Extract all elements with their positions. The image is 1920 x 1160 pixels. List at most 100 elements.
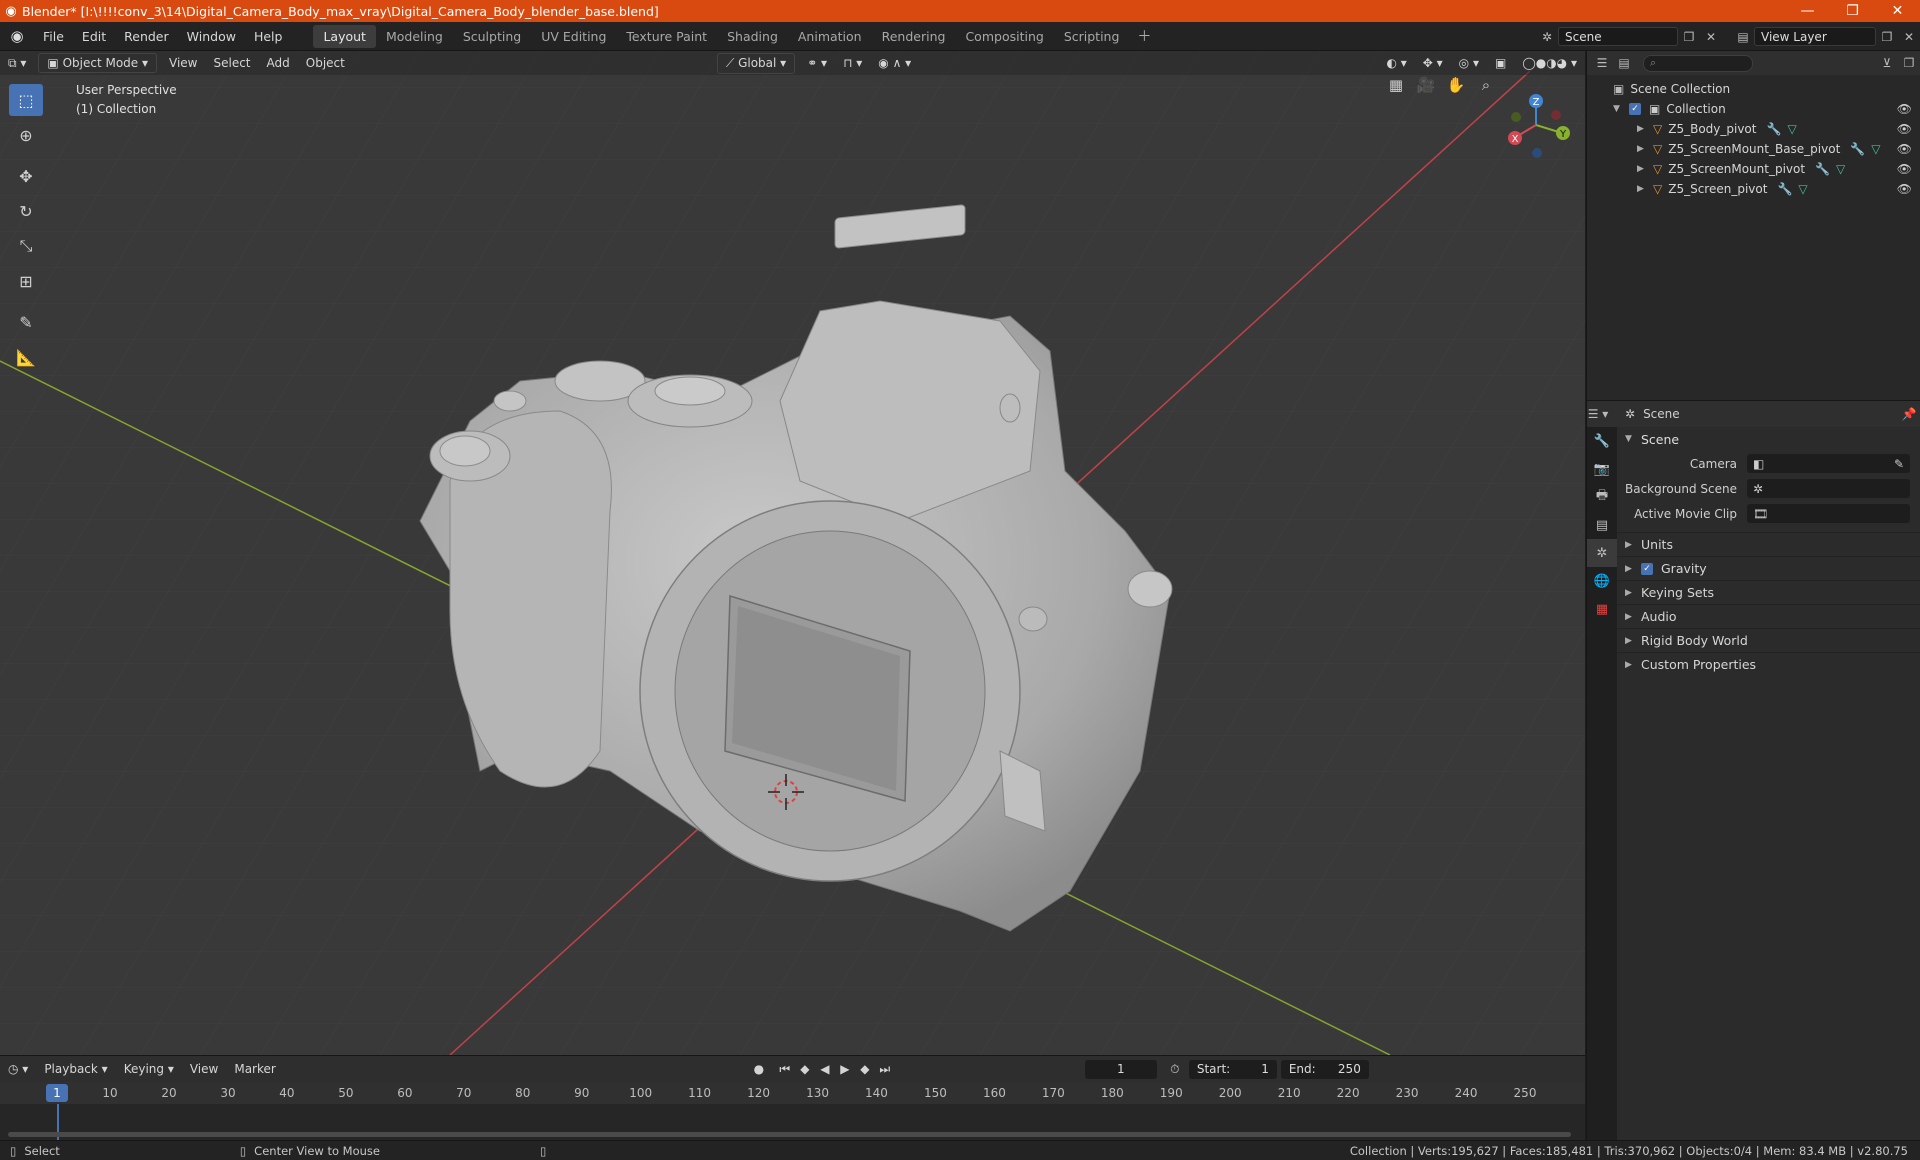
mesh-data-icon[interactable]: ▽ (1871, 142, 1880, 156)
expand-triangle-icon[interactable]: ▶ (1637, 144, 1645, 154)
rigid-body-world-panel[interactable]: ▶ Rigid Body World (1617, 628, 1920, 652)
expand-triangle-icon[interactable]: ▶ (1625, 540, 1633, 550)
tab-texture-paint[interactable]: Texture Paint (616, 25, 717, 48)
menu-file[interactable]: File (34, 29, 73, 44)
move-tool-icon[interactable]: ✥ (9, 160, 43, 192)
modifier-wrench-icon[interactable]: 🔧 (1850, 142, 1865, 156)
delete-view-layer-icon[interactable]: ✕ (1898, 30, 1920, 44)
pin-icon[interactable]: 📌 (1898, 407, 1920, 421)
editor-type-icon[interactable]: ⧉ ▾ (0, 54, 34, 73)
new-view-layer-icon[interactable]: ❐ (1876, 30, 1898, 44)
restore-button[interactable]: ❐ (1830, 3, 1875, 19)
modifier-wrench-icon[interactable]: 🔧 (1815, 162, 1830, 176)
frame-ruler[interactable]: 1 10 20 30 40 50 60 70 80 90 100 110 120 130 140 150 16… (0, 1082, 1585, 1104)
scene-selector[interactable]: Scene (1558, 27, 1678, 46)
tab-rendering[interactable]: Rendering (872, 25, 956, 48)
select-box-tool-icon[interactable]: ⬚ (9, 84, 43, 116)
tab-sculpting[interactable]: Sculpting (453, 25, 531, 48)
add-workspace-icon[interactable]: ＋ (1129, 26, 1159, 46)
zoom-icon[interactable]: ⌕ (1471, 71, 1501, 99)
start-frame-field[interactable]: Start: 1 (1188, 1059, 1277, 1079)
eye-icon[interactable]: 👁 (1897, 182, 1912, 196)
scene-collection-row[interactable]: ▣ Scene Collection (1587, 79, 1920, 99)
jump-end-icon[interactable]: ⏭ (875, 1062, 895, 1077)
menu-timeline-view[interactable]: View (182, 1060, 226, 1078)
new-collection-icon[interactable]: ❐ (1898, 56, 1920, 70)
menu-marker[interactable]: Marker (226, 1060, 283, 1078)
tab-compositing[interactable]: Compositing (955, 25, 1053, 48)
mesh-data-icon[interactable]: ▽ (1798, 182, 1807, 196)
mesh-data-icon[interactable]: ▽ (1836, 162, 1845, 176)
current-frame-field[interactable]: 1 (1084, 1059, 1157, 1079)
menu-help[interactable]: Help (245, 29, 292, 44)
grid-toggle-icon[interactable]: ▦ (1381, 71, 1411, 99)
eye-icon[interactable]: 👁 (1897, 142, 1912, 156)
expand-triangle-icon[interactable]: ▶ (1625, 588, 1633, 598)
close-button[interactable]: ✕ (1875, 3, 1920, 19)
timeline-scrollbar[interactable] (8, 1132, 1571, 1137)
outliner-item[interactable]: ▶ ▽ Z5_ScreenMount_Base_pivot 🔧 ▽ 👁 (1587, 139, 1920, 159)
menu-keying[interactable]: Keying ▾ (116, 1060, 182, 1078)
new-scene-icon[interactable]: ❐ (1678, 30, 1700, 44)
modifier-wrench-icon[interactable]: 🔧 (1766, 122, 1781, 136)
rotate-tool-icon[interactable]: ↻ (9, 195, 43, 227)
next-keyframe-icon[interactable]: ◆ (855, 1062, 875, 1076)
eye-icon[interactable]: 👁 (1897, 102, 1912, 116)
active-movie-clip-field[interactable]: 🎞 (1747, 504, 1910, 523)
camera-view-icon[interactable]: 🎥 (1411, 71, 1441, 99)
tool-tab-icon[interactable]: 🔧 (1587, 427, 1617, 455)
menu-add[interactable]: Add (259, 54, 298, 72)
texture-tab-icon[interactable]: ▦ (1587, 595, 1617, 623)
view-layer-icon[interactable]: ▤ (1732, 30, 1754, 44)
snap-icon[interactable]: ⊓ ▾ (835, 54, 870, 72)
play-icon[interactable]: ▶ (835, 1062, 855, 1076)
blender-menu-icon[interactable]: ◉ (0, 27, 34, 45)
tab-modeling[interactable]: Modeling (376, 25, 453, 48)
outliner-item[interactable]: ▶ ▽ Z5_Body_pivot 🔧 ▽ 👁 (1587, 119, 1920, 139)
output-tab-icon[interactable]: 🖶 (1587, 483, 1617, 511)
custom-properties-panel[interactable]: ▶ Custom Properties (1617, 652, 1920, 676)
mesh-data-icon[interactable]: ▽ (1787, 122, 1796, 136)
outliner-item[interactable]: ▶ ▽ Z5_Screen_pivot 🔧 ▽ 👁 (1587, 179, 1920, 199)
render-tab-icon[interactable]: 📷 (1587, 455, 1617, 483)
annotate-tool-icon[interactable]: ✎ (9, 306, 43, 338)
eyedropper-icon[interactable]: ✎ (1894, 457, 1910, 471)
modifier-wrench-icon[interactable]: 🔧 (1777, 182, 1792, 196)
outliner-item[interactable]: ▶ ▽ Z5_ScreenMount_pivot 🔧 ▽ 👁 (1587, 159, 1920, 179)
scale-tool-icon[interactable]: ⤡ (9, 230, 43, 262)
play-reverse-icon[interactable]: ◀ (815, 1062, 835, 1076)
minimize-button[interactable]: — (1785, 3, 1830, 19)
collection-row[interactable]: ▼ ✓ ▣ Collection 👁 (1587, 99, 1920, 119)
expand-triangle-icon[interactable]: ▶ (1637, 164, 1645, 174)
xray-toggle-icon[interactable]: ▣ (1487, 54, 1514, 72)
world-tab-icon[interactable]: 🌐 (1587, 567, 1617, 595)
pivot-point-icon[interactable]: ⚭ ▾ (799, 54, 835, 72)
jump-start-icon[interactable]: ⏮ (775, 1062, 795, 1077)
units-panel[interactable]: ▶ Units (1617, 532, 1920, 556)
filter-icon[interactable]: ⊻ (1876, 56, 1898, 70)
scene-panel-header[interactable]: ▼ Scene (1617, 427, 1920, 451)
scene-tab-icon[interactable]: ✲ (1587, 539, 1617, 567)
properties-editor-icon[interactable]: ☰ ▾ (1587, 407, 1609, 421)
shading-modes-icon[interactable]: ◯●◑◕ ▾ (1514, 54, 1585, 72)
tab-shading[interactable]: Shading (717, 25, 788, 48)
overlay-toggle-icon[interactable]: ◎ ▾ (1451, 54, 1487, 72)
eye-icon[interactable]: 👁 (1897, 162, 1912, 176)
3d-viewport[interactable]: Z Y X ⧉ ▾ ▣ Object Mode ▾ View Select Ad… (0, 51, 1585, 1055)
menu-playback[interactable]: Playback ▾ (36, 1060, 115, 1078)
view-layer-selector[interactable]: View Layer (1754, 27, 1876, 46)
current-frame-indicator[interactable]: 1 (46, 1084, 68, 1102)
timeline-editor-icon[interactable]: ◷ ▾ (0, 1060, 36, 1078)
delete-scene-icon[interactable]: ✕ (1700, 30, 1722, 44)
gizmo-toggle-icon[interactable]: ✥ ▾ (1415, 54, 1451, 72)
menu-window[interactable]: Window (178, 29, 245, 44)
scene-icon[interactable]: ✲ (1536, 30, 1558, 44)
outliner-search-input[interactable]: ⌕ (1643, 54, 1753, 72)
record-icon[interactable]: ● (749, 1062, 769, 1076)
menu-render[interactable]: Render (115, 29, 178, 44)
prev-keyframe-icon[interactable]: ◆ (795, 1062, 815, 1076)
expand-triangle-icon[interactable]: ▶ (1625, 564, 1633, 574)
gravity-checkbox[interactable]: ✓ (1641, 562, 1653, 575)
collapse-triangle-icon[interactable]: ▼ (1625, 434, 1633, 444)
transform-tool-icon[interactable]: ⊞ (9, 265, 43, 297)
